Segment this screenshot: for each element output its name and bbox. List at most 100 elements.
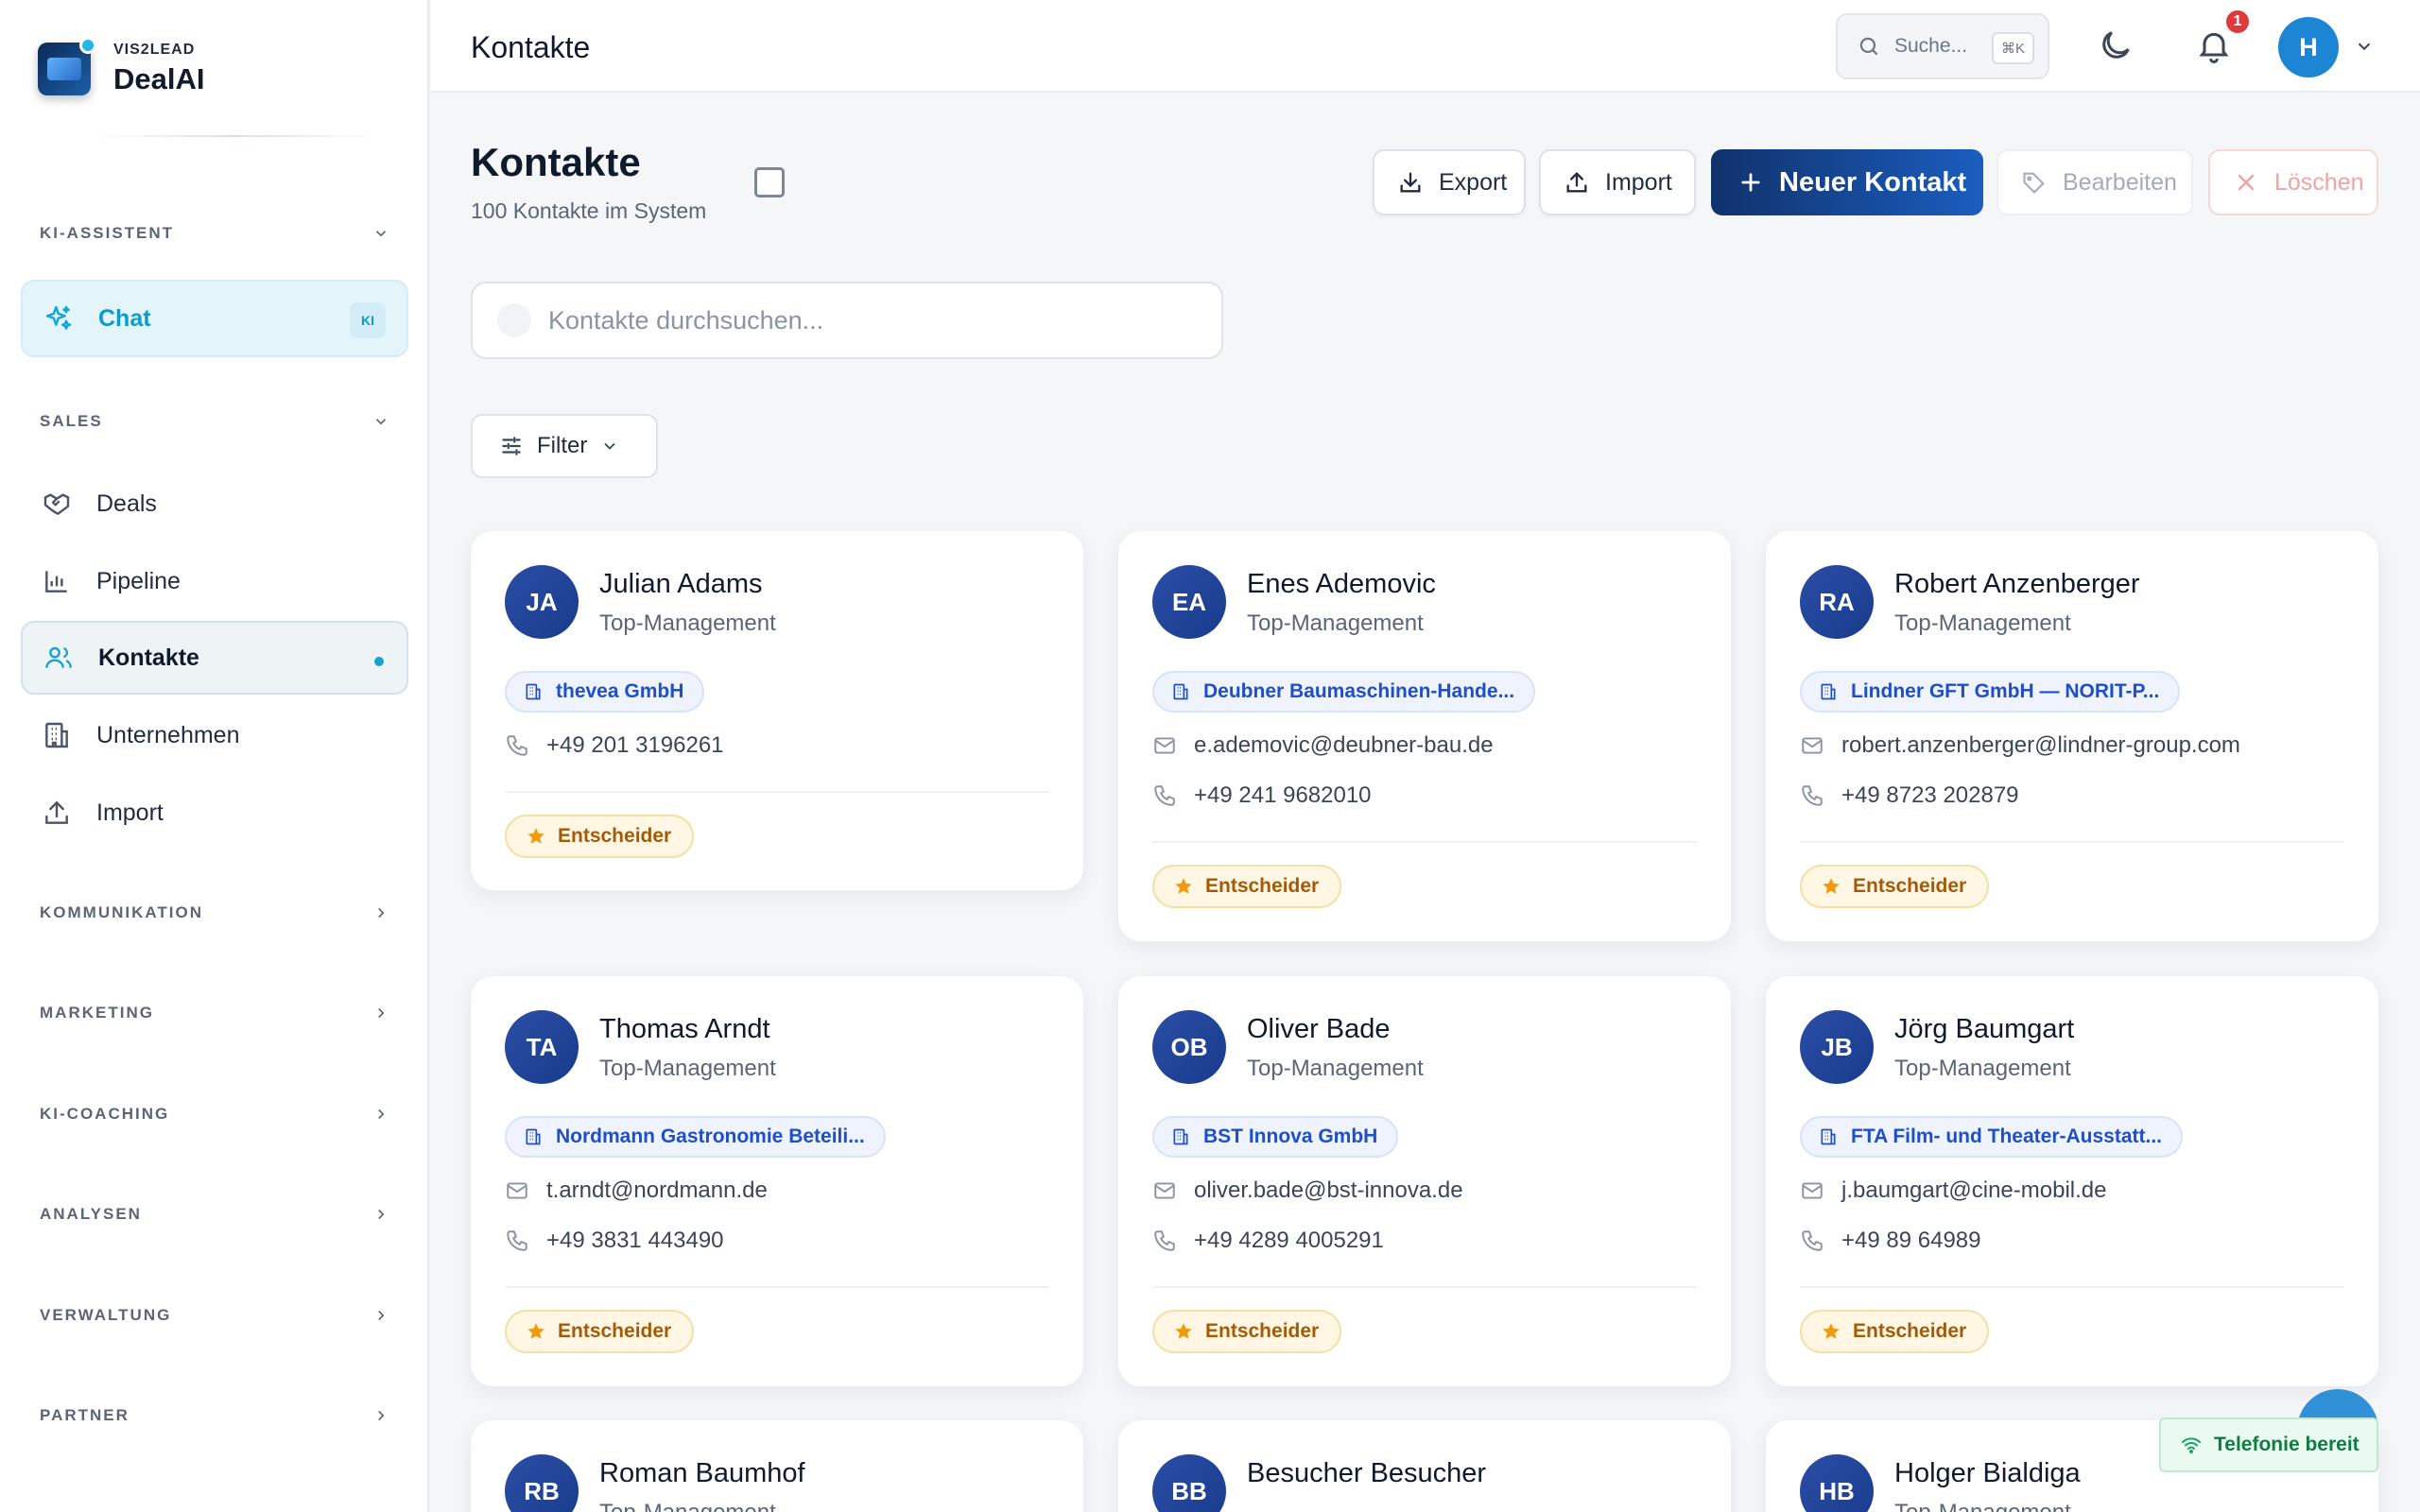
avatar: HB <box>1800 1454 1874 1512</box>
divider <box>91 135 380 137</box>
contact-name[interactable]: Jörg Baumgart <box>1894 1014 2074 1045</box>
contact-name[interactable]: Enes Ademovic <box>1247 569 1436 600</box>
sidebar-item-import[interactable]: Import <box>21 774 408 851</box>
contact-card[interactable]: RB Roman Baumhof Top-Management <box>471 1420 1083 1512</box>
active-indicator <box>374 657 384 666</box>
section-analysen[interactable]: ANALYSEN <box>40 1205 389 1224</box>
contact-card[interactable]: TA Thomas Arndt Top-Management Nordmann … <box>471 976 1083 1386</box>
notification-badge: 1 <box>2223 8 2252 36</box>
button-label: Export <box>1439 168 1508 196</box>
ki-badge: KI <box>350 302 386 338</box>
role-badge: Entscheider <box>1152 1310 1342 1353</box>
contact-name[interactable]: Julian Adams <box>599 569 763 600</box>
contact-name[interactable]: Holger Bialdiga <box>1894 1458 2081 1489</box>
phone-row[interactable]: +49 8723 202879 <box>1800 782 2019 809</box>
topbar: Kontakte Suche... ⌘K 1 H <box>431 0 2420 93</box>
new-contact-button[interactable]: Neuer Kontakt <box>1711 149 1983 215</box>
email-row[interactable]: j.baumgart@cine-mobil.de <box>1800 1177 2107 1204</box>
phone-row[interactable]: +49 89 64989 <box>1800 1228 1980 1254</box>
section-verwaltung[interactable]: VERWALTUNG <box>40 1306 389 1325</box>
plus-icon <box>1741 173 1760 192</box>
contact-search-input[interactable] <box>548 305 1115 335</box>
star-icon <box>1823 1323 1840 1339</box>
edit-button[interactable]: Bearbeiten <box>1996 149 2193 215</box>
wifi-icon <box>2182 1437 2201 1453</box>
phone-row[interactable]: +49 241 9682010 <box>1152 782 1372 809</box>
global-search[interactable]: Suche... ⌘K <box>1836 13 2049 79</box>
filter-button[interactable]: Filter <box>471 414 658 478</box>
star-icon <box>1823 878 1840 894</box>
phone-icon <box>507 735 527 756</box>
button-label: Bearbeiten <box>2063 168 2177 196</box>
sidebar-item-label: Unternehmen <box>96 721 240 748</box>
phone-row[interactable]: +49 3831 443490 <box>505 1228 724 1254</box>
chevron-down-icon[interactable] <box>2354 36 2375 57</box>
sidebar-item-pipeline[interactable]: Pipeline <box>21 542 408 620</box>
delete-button[interactable]: Löschen <box>2208 149 2378 215</box>
role-badge: Entscheider <box>1800 865 1990 908</box>
mail-icon <box>1154 737 1175 754</box>
select-all-checkbox[interactable] <box>754 167 785 198</box>
phone-icon <box>1154 785 1175 806</box>
section-ki-coaching[interactable]: KI-COACHING <box>40 1105 389 1124</box>
avatar: EA <box>1152 565 1226 639</box>
contact-card[interactable]: EA Enes Ademovic Top-Management Deubner … <box>1118 531 1731 941</box>
phone-icon <box>507 1230 527 1251</box>
export-button[interactable]: Export <box>1373 149 1526 215</box>
contact-role: Top-Management <box>1894 1056 2071 1081</box>
section-ki-assistent[interactable]: KI-ASSISTENT <box>40 224 389 243</box>
button-label: Import <box>1605 168 1672 196</box>
contact-name[interactable]: Robert Anzenberger <box>1894 569 2140 600</box>
company-tag[interactable]: thevea GmbH <box>505 671 705 713</box>
contact-card[interactable]: OB Oliver Bade Top-Management BST Innova… <box>1118 976 1731 1386</box>
contact-count: 100 Kontakte im System <box>471 198 707 223</box>
telephony-status[interactable]: Telefonie bereit <box>2159 1418 2378 1472</box>
phone-icon <box>1154 1230 1175 1251</box>
chevron-right-icon <box>378 1007 385 1019</box>
avatar: JA <box>505 565 579 639</box>
contact-name[interactable]: Oliver Bade <box>1247 1014 1391 1045</box>
contact-name[interactable]: Roman Baumhof <box>599 1458 805 1489</box>
sidebar-item-kontakte[interactable]: Kontakte <box>21 621 408 695</box>
sidebar-item-label: Chat <box>98 304 151 332</box>
close-icon <box>2238 174 2255 191</box>
sidebar-item-unternehmen[interactable]: Unternehmen <box>21 696 408 774</box>
contact-search[interactable] <box>471 282 1223 359</box>
brand-subtitle: VIS2LEAD <box>113 42 196 58</box>
brand[interactable]: VIS2LEAD DealAI <box>38 37 204 96</box>
section-kommunikation[interactable]: KOMMUNIKATION <box>40 903 389 922</box>
section-sales[interactable]: SALES <box>40 412 389 431</box>
company-tag[interactable]: Nordmann Gastronomie Beteili... <box>505 1116 886 1158</box>
company-tag[interactable]: FTA Film- und Theater-Ausstatt... <box>1800 1116 2183 1158</box>
contact-name[interactable]: Besucher Besucher <box>1247 1458 1486 1489</box>
import-button[interactable]: Import <box>1539 149 1696 215</box>
contact-name[interactable]: Thomas Arndt <box>599 1014 770 1045</box>
section-partner[interactable]: PARTNER <box>40 1406 389 1425</box>
phone-row[interactable]: +49 4289 4005291 <box>1152 1228 1384 1254</box>
contact-role: Top-Management <box>599 610 776 636</box>
user-avatar[interactable]: H <box>2278 17 2339 77</box>
sidebar-item-deals[interactable]: Deals <box>21 465 408 542</box>
avatar: RB <box>505 1454 579 1512</box>
email-row[interactable]: oliver.bade@bst-innova.de <box>1152 1177 1463 1204</box>
chevron-right-icon <box>378 1108 385 1120</box>
company-name: FTA Film- und Theater-Ausstatt... <box>1851 1125 2162 1147</box>
email-row[interactable]: t.arndt@nordmann.de <box>505 1177 768 1204</box>
email-address: t.arndt@nordmann.de <box>546 1177 768 1203</box>
contact-card[interactable]: JA Julian Adams Top-Management thevea Gm… <box>471 531 1083 890</box>
contact-card[interactable]: BB Besucher Besucher <box>1118 1420 1731 1512</box>
company-tag[interactable]: BST Innova GmbH <box>1152 1116 1399 1158</box>
company-tag[interactable]: Deubner Baumaschinen-Hande... <box>1152 671 1536 713</box>
sidebar-item-chat[interactable]: Chat KI <box>21 280 408 357</box>
phone-row[interactable]: +49 201 3196261 <box>505 732 724 759</box>
email-row[interactable]: e.ademovic@deubner-bau.de <box>1152 732 1494 759</box>
contact-card[interactable]: JB Jörg Baumgart Top-Management FTA Film… <box>1766 976 2378 1386</box>
contact-card[interactable]: RA Robert Anzenberger Top-Management Lin… <box>1766 531 2378 941</box>
contact-role: Top-Management <box>1894 1500 2071 1512</box>
company-tag[interactable]: Lindner GFT GmbH — NORIT-P... <box>1800 671 2181 713</box>
section-label: VERWALTUNG <box>40 1306 172 1324</box>
email-address: j.baumgart@cine-mobil.de <box>1841 1177 2107 1203</box>
section-marketing[interactable]: MARKETING <box>40 1004 389 1022</box>
moon-icon[interactable] <box>2097 26 2135 64</box>
email-row[interactable]: robert.anzenberger@lindner-group.com <box>1800 732 2240 759</box>
